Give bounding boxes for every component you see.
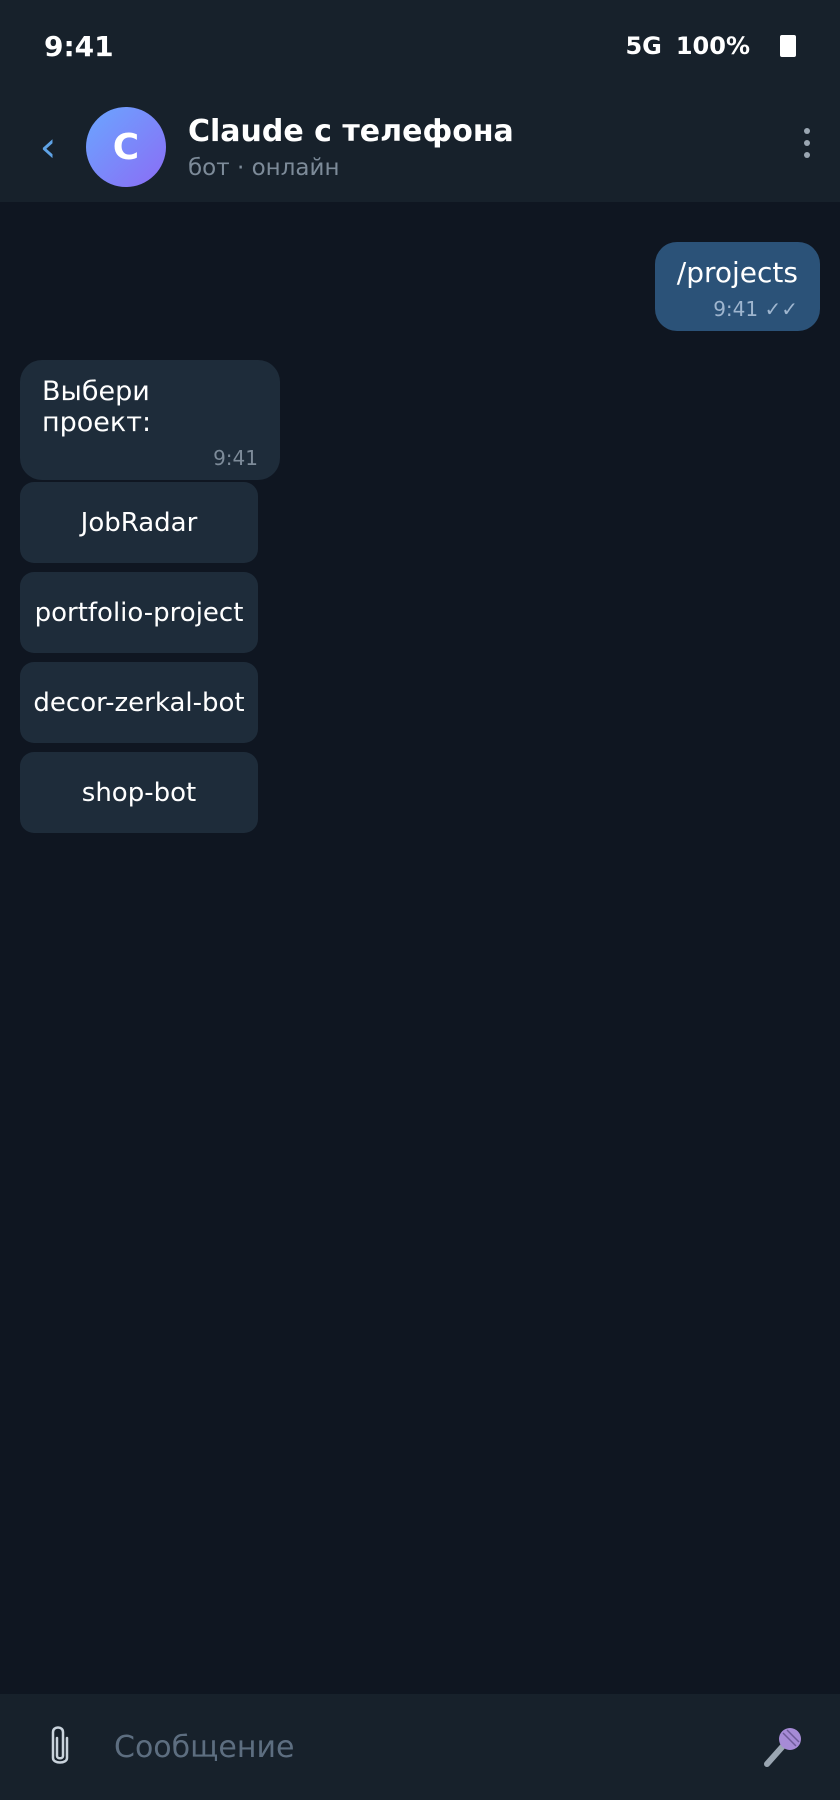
avatar-letter: C: [112, 126, 140, 168]
chat-screen: 9:41 5G 100% ‹ C Claude с телефона бот ·…: [0, 0, 840, 1800]
message-time: 9:41: [713, 297, 759, 321]
status-bar: 9:41 5G 100%: [0, 0, 840, 92]
back-icon[interactable]: ‹: [18, 126, 78, 168]
message-text: /projects: [676, 256, 798, 289]
more-dot: [804, 128, 810, 134]
inline-keyboard: JobRadar portfolio-project decor-zerkal-…: [20, 482, 258, 833]
battery-percent: 100%: [675, 32, 750, 60]
project-button-decor-zerkal-bot[interactable]: decor-zerkal-bot: [20, 662, 258, 743]
message-text: Выбери проект:: [42, 376, 152, 438]
battery-icon: [780, 35, 796, 57]
chat-subtitle: бот · онлайн: [188, 154, 340, 181]
input-bar: [0, 1694, 840, 1800]
status-indicators: 5G 100%: [625, 32, 796, 60]
network-indicator: 5G: [625, 32, 662, 60]
read-status-icon: ✓✓: [764, 297, 798, 321]
more-icon[interactable]: [800, 128, 814, 158]
incoming-message[interactable]: Выбери проект: 9:41: [20, 360, 280, 480]
chat-title: Claude с телефона: [188, 113, 514, 149]
message-time: 9:41: [213, 446, 258, 470]
project-button-shop-bot[interactable]: shop-bot: [20, 752, 258, 833]
more-dot: [804, 152, 810, 158]
avatar[interactable]: C: [86, 107, 166, 187]
microphone-icon: [764, 1728, 801, 1767]
paperclip-icon: [51, 1726, 69, 1764]
message-meta: 9:41 ✓✓: [677, 297, 798, 321]
attach-icon[interactable]: [30, 1724, 90, 1770]
outgoing-message[interactable]: /projects 9:41 ✓✓: [654, 242, 820, 331]
project-button-jobradar[interactable]: JobRadar: [20, 482, 258, 563]
project-button-portfolio-project[interactable]: portfolio-project: [20, 572, 258, 653]
more-dot: [804, 140, 810, 146]
message-input[interactable]: [112, 1717, 752, 1777]
mic-icon[interactable]: [752, 1724, 812, 1770]
chat-header: ‹ C Claude с телефона бот · онлайн: [0, 92, 840, 202]
chat-info[interactable]: Claude с телефона бот · онлайн: [188, 114, 514, 181]
status-time: 9:41: [44, 29, 114, 63]
